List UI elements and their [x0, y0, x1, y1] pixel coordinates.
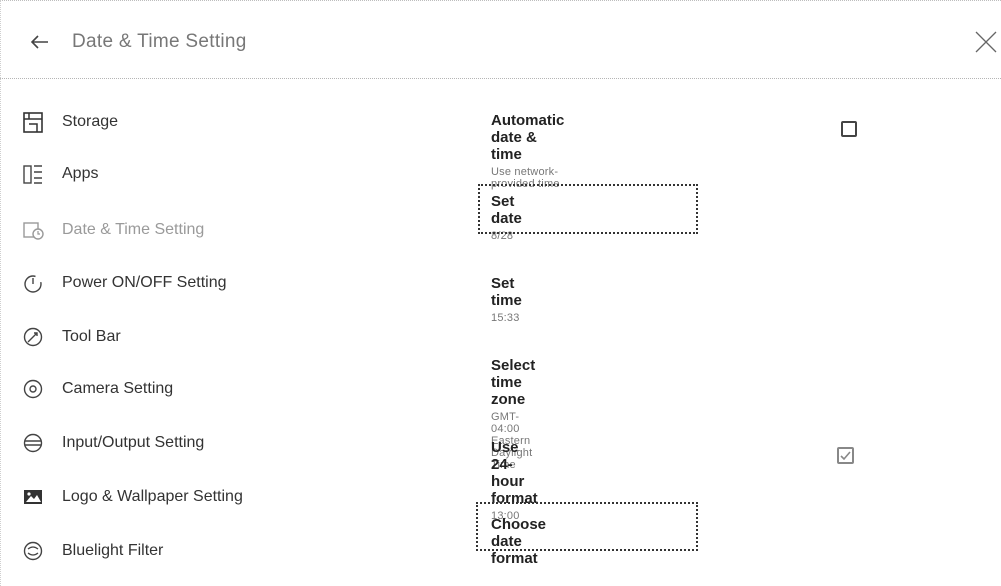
sidebar-item-label: Tool Bar — [62, 328, 121, 345]
sidebar-item-toolbar[interactable]: Tool Bar — [20, 322, 121, 352]
sidebar-item-power[interactable]: Power ON/OFF Setting — [20, 268, 227, 298]
sidebar-item-apps[interactable]: Apps — [20, 159, 98, 189]
close-icon — [975, 31, 997, 53]
setting-value: 15:33 — [491, 312, 520, 324]
set-date-setting[interactable]: Set date 8/28 — [491, 193, 522, 242]
setting-title: Select time zone — [491, 357, 536, 408]
power-icon — [20, 270, 46, 296]
sidebar-item-label: Bluelight Filter — [62, 542, 164, 559]
check-icon — [840, 451, 851, 461]
setting-title: Set time — [491, 275, 522, 309]
setting-title: Use 24-hour format — [491, 439, 538, 507]
set-time-setting[interactable]: Set time 15:33 — [491, 275, 522, 324]
input-output-icon — [20, 430, 46, 456]
wallpaper-icon — [20, 484, 46, 510]
calendar-clock-icon — [20, 217, 46, 243]
toolbar-icon — [20, 324, 46, 350]
sidebar-item-label: Logo & Wallpaper Setting — [62, 488, 243, 505]
setting-title: Set date — [491, 193, 522, 227]
setting-subtitle: Use network-provided time — [491, 166, 560, 190]
setting-title: Automatic date & time — [491, 112, 565, 163]
use-24-hour-format-setting[interactable]: Use 24-hour format 13:00 — [491, 439, 538, 522]
automatic-date-time-checkbox[interactable] — [841, 121, 857, 137]
sidebar-item-date-time[interactable]: Date & Time Setting — [20, 215, 204, 245]
sidebar-item-bluelight[interactable]: Bluelight Filter — [20, 536, 163, 566]
header-bar: Date & Time Setting — [0, 0, 1001, 79]
sidebar-item-camera[interactable]: Camera Setting — [20, 374, 173, 404]
setting-value: 8/28 — [491, 230, 514, 242]
sidebar-item-label: Storage — [62, 113, 119, 130]
close-button[interactable] — [974, 30, 998, 54]
setting-title: Choose date format — [491, 516, 547, 567]
automatic-date-time-setting[interactable]: Automatic date & time Use network-provid… — [491, 112, 564, 190]
sidebar-item-label: Input/Output Setting — [62, 434, 205, 451]
choose-date-format-setting[interactable]: Choose date format — [491, 516, 546, 567]
page-title: Date & Time Setting — [72, 31, 247, 52]
sidebar-item-label: Camera Setting — [62, 380, 174, 397]
storage-icon — [20, 109, 46, 135]
camera-icon — [20, 376, 46, 402]
arrow-left-icon — [31, 35, 48, 49]
sidebar-item-input-output[interactable]: Input/Output Setting — [20, 428, 204, 458]
sidebar-item-label: Apps — [62, 165, 99, 182]
sidebar-item-logo-wallpaper[interactable]: Logo & Wallpaper Setting — [20, 482, 243, 512]
apps-icon — [20, 161, 46, 187]
use-24-hour-format-checkbox[interactable] — [837, 447, 854, 464]
sidebar-item-storage[interactable]: Storage — [20, 107, 118, 137]
bluelight-icon — [20, 538, 46, 564]
sidebar-item-label: Power ON/OFF Setting — [62, 274, 227, 291]
sidebar-item-label: Date & Time Setting — [62, 221, 205, 238]
back-button[interactable] — [26, 28, 54, 56]
